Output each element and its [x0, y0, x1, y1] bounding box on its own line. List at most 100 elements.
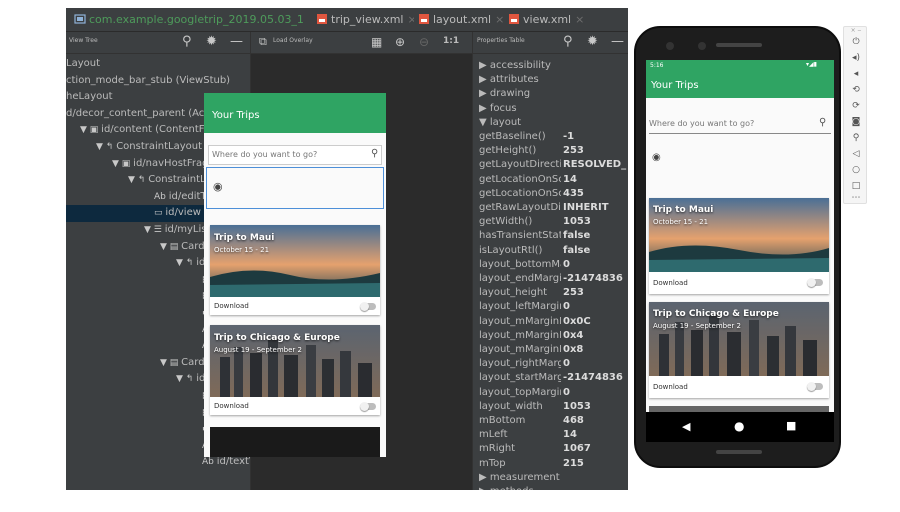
more-icon[interactable]: ⋯ [844, 193, 868, 203]
property-value[interactable]: 1053 [563, 400, 628, 414]
chevron-down-icon[interactable]: ▼ [96, 142, 106, 152]
chevron-right-icon[interactable]: ▶ [479, 472, 490, 483]
tab-view-xml[interactable]: view.xml × [508, 8, 588, 32]
property-value[interactable]: 14 [563, 428, 628, 442]
property-value[interactable]: 253 [563, 144, 628, 158]
chevron-right-icon[interactable]: ▶ [479, 74, 490, 85]
property-value[interactable]: 0 [563, 258, 628, 272]
xml-file-icon [418, 10, 430, 24]
close-icon[interactable]: × [575, 13, 584, 26]
camera-icon[interactable]: ◙ [844, 117, 868, 127]
search-icon[interactable]: ⚲ [182, 35, 192, 49]
home-icon[interactable]: ● [734, 419, 744, 433]
download-switch[interactable] [360, 402, 376, 411]
property-value[interactable]: -21474836 [563, 272, 628, 286]
chevron-down-icon[interactable]: ▼ [112, 159, 122, 169]
grid-icon[interactable]: ▦ [371, 35, 382, 49]
rotate-right-icon[interactable]: ⟳ [844, 101, 868, 111]
minimize-icon[interactable]: — [611, 35, 624, 49]
chevron-right-icon[interactable]: ▶ [479, 88, 490, 99]
tab-layout-xml[interactable]: layout.xml × [418, 8, 508, 32]
chevron-right-icon[interactable]: ▶ [479, 486, 490, 490]
property-value[interactable]: 468 [563, 414, 628, 428]
close-icon[interactable]: × [495, 13, 504, 26]
minimize-icon[interactable]: — [230, 35, 243, 49]
volume-up-icon[interactable]: ◂) [844, 53, 868, 63]
rotate-left-icon[interactable]: ⟲ [844, 85, 868, 95]
download-switch[interactable] [807, 382, 823, 391]
capture-file-icon [74, 10, 86, 24]
load-overlay-button[interactable]: Load Overlay [273, 37, 313, 44]
property-name: mRight [479, 443, 516, 455]
property-value[interactable]: 0 [563, 386, 628, 400]
chevron-down-icon[interactable]: ▼ [128, 175, 138, 185]
property-value[interactable]: 0 [563, 300, 628, 314]
chevron-right-icon[interactable]: ▶ [479, 60, 490, 71]
property-value[interactable]: -1 [563, 130, 628, 144]
back-icon[interactable]: ◁ [844, 149, 868, 159]
chevron-down-icon[interactable]: ▼ [479, 117, 490, 128]
chevron-down-icon[interactable]: ▼ [176, 258, 186, 268]
power-icon[interactable]: ⏻ [844, 37, 868, 47]
gear-icon[interactable]: ✹ [587, 35, 598, 49]
property-value[interactable]: INHERIT [563, 201, 628, 215]
close-icon[interactable]: × [407, 13, 414, 26]
tree-node[interactable]: Layout [66, 56, 250, 73]
property-value[interactable]: 1067 [563, 442, 628, 456]
chevron-down-icon[interactable]: ▼ [160, 242, 170, 252]
property-value[interactable]: RESOLVED_ [563, 158, 628, 172]
property-value[interactable]: 0 [563, 357, 628, 371]
property-value[interactable]: 215 [563, 457, 628, 471]
home-icon[interactable]: ○ [844, 165, 868, 175]
zoom-in-icon[interactable]: ⊕ [395, 35, 405, 49]
zoom-icon[interactable]: ⚲ [844, 133, 868, 143]
property-value[interactable]: false [563, 244, 628, 258]
chevron-right-icon[interactable]: ▶ [479, 103, 490, 114]
property-value[interactable]: 14 [563, 173, 628, 187]
property-group[interactable]: ▶ attributes [479, 73, 539, 87]
volume-down-icon[interactable]: ◂ [844, 69, 868, 79]
search-input[interactable]: Where do you want to go? ⚲ [649, 116, 831, 134]
chevron-down-icon[interactable]: ▼ [144, 225, 154, 235]
trip-card[interactable]: Trip to Chicago & Europe August 19 - Sep… [649, 302, 829, 398]
tab-layout-capture[interactable]: com.example.googletrip_2019.05.03_17.13.… [74, 8, 304, 32]
trip-card[interactable]: Trip to Chicago & Europe August 19 - Sep… [210, 325, 380, 415]
property-value[interactable]: 0x8 [563, 343, 628, 357]
overview-icon[interactable]: □ [844, 181, 868, 191]
property-value[interactable]: 1053 [563, 215, 628, 229]
tree-node[interactable]: ction_mode_bar_stub (ViewStub) [66, 73, 250, 90]
search-input[interactable]: Where do you want to go? ⚲ [208, 145, 382, 165]
emulator-screen[interactable]: 5:16 ▾◢▮ Your Trips Where do you want to… [646, 60, 834, 412]
property-group[interactable]: ▶ measurement [479, 471, 560, 485]
search-icon[interactable]: ⚲ [563, 35, 573, 49]
property-group[interactable]: ▶ focus [479, 102, 517, 116]
property-group[interactable]: ▼ layout [479, 116, 521, 130]
recents-icon[interactable]: ■ [786, 419, 796, 432]
property-value[interactable]: 253 [563, 286, 628, 300]
property-value[interactable]: false [563, 229, 628, 243]
close-icon[interactable]: × ‒ [844, 27, 868, 34]
tab-trip-view-xml[interactable]: trip_view.xml × [316, 8, 414, 32]
property-value[interactable]: 435 [563, 187, 628, 201]
gear-icon[interactable]: ✹ [206, 35, 217, 49]
zoom-reset-button[interactable]: 1:1 [443, 36, 459, 46]
property-value[interactable]: 0x4 [563, 329, 628, 343]
back-icon[interactable]: ◀ [682, 420, 690, 433]
chevron-down-icon[interactable]: ▼ [176, 374, 186, 384]
overlay-icon[interactable]: ⧉ [259, 35, 267, 49]
chevron-down-icon[interactable]: ▼ [80, 125, 90, 135]
tree-node-label: ConstraintLayout [116, 141, 203, 152]
trip-card[interactable]: Trip to Maui October 15 - 21 Download [649, 198, 829, 294]
zoom-out-icon[interactable]: ⊖ [419, 35, 429, 49]
property-group[interactable]: ▶ methods [479, 485, 534, 490]
search-icon: ⚲ [819, 117, 827, 128]
property-group[interactable]: ▶ accessibility [479, 59, 551, 73]
properties-panel: Properties Table ⚲ ✹ — ▶ accessibility ▶ … [472, 32, 628, 490]
property-value[interactable]: -21474836 [563, 371, 628, 385]
property-group[interactable]: ▶ drawing [479, 87, 530, 101]
chevron-down-icon[interactable]: ▼ [160, 358, 170, 368]
download-switch[interactable] [807, 278, 823, 287]
download-switch[interactable] [360, 302, 376, 311]
trip-card[interactable]: Trip to Maui October 15 - 21 Download [210, 225, 380, 315]
property-value[interactable]: 0x0C [563, 315, 628, 329]
